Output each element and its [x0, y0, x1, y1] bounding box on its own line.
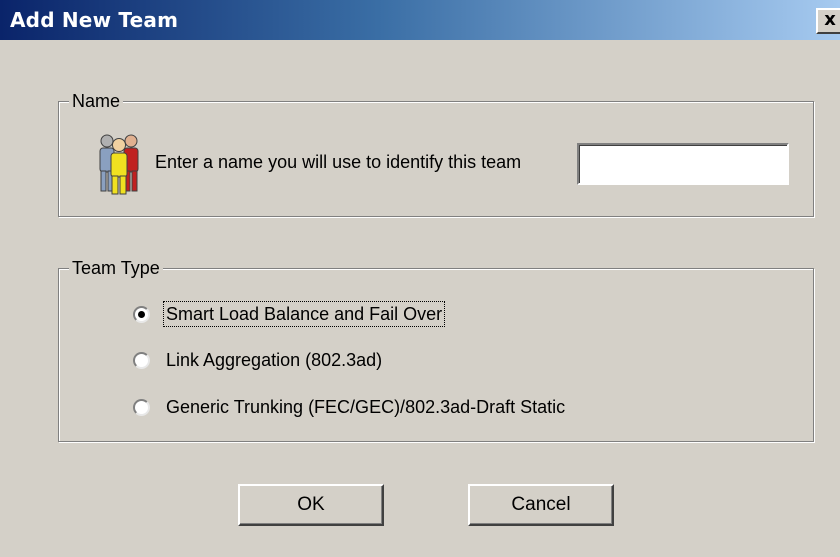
radio-option-link-aggregation[interactable]: Link Aggregation (802.3ad)	[133, 348, 384, 372]
radio-button-selected[interactable]	[133, 305, 150, 323]
radio-option-generic-trunking[interactable]: Generic Trunking (FEC/GEC)/802.3ad-Draft…	[133, 395, 567, 419]
radio-button[interactable]	[133, 398, 150, 416]
add-new-team-dialog: Add New Team x Name Enter a name you wil…	[0, 0, 840, 557]
radio-button[interactable]	[133, 351, 150, 369]
close-button[interactable]: x	[816, 8, 840, 34]
team-type-groupbox: Team Type Smart Load Balance and Fail Ov…	[58, 257, 814, 442]
radio-label-link-aggregation[interactable]: Link Aggregation (802.3ad)	[164, 348, 384, 372]
team-name-prompt: Enter a name you will use to identify th…	[155, 152, 522, 172]
ok-button[interactable]: OK	[238, 484, 384, 526]
cancel-button[interactable]: Cancel	[468, 484, 614, 526]
team-type-legend: Team Type	[69, 257, 163, 279]
radio-option-smart-load-balance[interactable]: Smart Load Balance and Fail Over	[133, 301, 446, 327]
window-title: Add New Team	[10, 8, 179, 32]
name-groupbox: Name Enter a name you will use to identi…	[58, 90, 814, 217]
name-group-legend: Name	[69, 90, 124, 112]
radio-label-smart-load-balance[interactable]: Smart Load Balance and Fail Over	[162, 301, 446, 327]
radio-label-generic-trunking[interactable]: Generic Trunking (FEC/GEC)/802.3ad-Draft…	[164, 395, 567, 419]
title-bar[interactable]: Add New Team x	[0, 0, 840, 40]
team-name-input[interactable]	[577, 143, 789, 185]
team-people-icon	[99, 134, 139, 195]
